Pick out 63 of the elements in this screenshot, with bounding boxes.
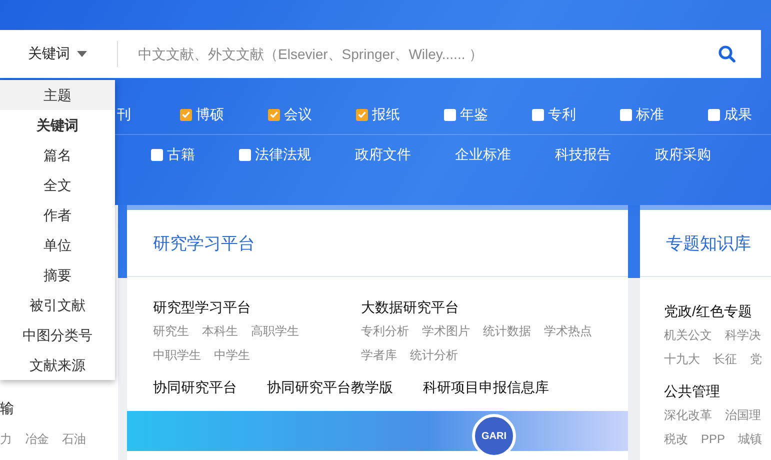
search-field[interactable]: 关键词 中文文献、外文文献（Elsevier、Springer、Wiley...... ） bbox=[0, 30, 761, 78]
source-checkbox[interactable]: 法律法规 bbox=[239, 146, 311, 164]
group-link[interactable]: 城镇 bbox=[738, 427, 762, 451]
source-checkbox[interactable]: 会议 bbox=[268, 106, 312, 124]
group-heading[interactable]: 研究型学习平台 bbox=[153, 299, 361, 317]
group-link[interactable]: 科学决 bbox=[725, 323, 761, 347]
group-link[interactable]: 学术图片 bbox=[422, 319, 470, 343]
group-link[interactable]: 本科生 bbox=[202, 319, 238, 343]
group-link[interactable]: 治国理 bbox=[725, 403, 761, 427]
caret-icon bbox=[77, 51, 87, 57]
group-link[interactable]: 深化改革 bbox=[664, 403, 712, 427]
menu-item[interactable]: 中图分类号 bbox=[0, 320, 115, 350]
group-link[interactable]: 统计数据 bbox=[483, 319, 531, 343]
menu-item[interactable]: 作者 bbox=[0, 200, 115, 230]
platform-link[interactable]: 协同研究平台 bbox=[153, 379, 237, 397]
source-link[interactable]: 政府采购 bbox=[655, 146, 711, 164]
card-title: 研究学习平台 bbox=[153, 232, 255, 254]
source-checkbox[interactable]: 年鉴 bbox=[444, 106, 488, 124]
category-link[interactable]: 力 bbox=[0, 427, 12, 451]
source-checkbox[interactable]: 古籍 bbox=[151, 146, 195, 164]
group-link[interactable]: 机关公文 bbox=[664, 323, 712, 347]
group-link[interactable]: 学术热点 bbox=[544, 319, 592, 343]
menu-item[interactable]: 单位 bbox=[0, 230, 115, 260]
platform-link[interactable]: 协同研究平台教学版 bbox=[267, 379, 393, 397]
group-link[interactable]: 十九大 bbox=[664, 347, 700, 371]
group-link[interactable]: 高职学生 bbox=[251, 319, 299, 343]
group-link[interactable]: 统计分析 bbox=[410, 343, 458, 367]
menu-item[interactable]: 篇名 bbox=[0, 140, 115, 170]
group-link[interactable]: 专利分析 bbox=[361, 319, 409, 343]
group-link[interactable]: 中职学生 bbox=[153, 343, 201, 367]
source-checkbox[interactable]: 标准 bbox=[620, 106, 664, 124]
group-link[interactable]: PPP bbox=[701, 427, 726, 451]
source-checkbox[interactable]: 成果 bbox=[708, 106, 752, 124]
group-link[interactable]: 税改 bbox=[664, 427, 688, 451]
menu-item[interactable]: 关键词 bbox=[0, 110, 115, 140]
platform-link[interactable]: 科研项目申报信息库 bbox=[423, 379, 549, 397]
menu-item[interactable]: 文献来源 bbox=[0, 350, 115, 380]
group-heading[interactable]: 党政/红色专题 bbox=[664, 303, 771, 321]
group-link[interactable]: 长征 bbox=[713, 347, 737, 371]
menu-item[interactable]: 摘要 bbox=[0, 260, 115, 290]
source-link[interactable]: 企业标准 bbox=[455, 146, 511, 164]
group-link[interactable]: 党 bbox=[750, 347, 762, 371]
menu-item[interactable]: 主题 bbox=[0, 80, 115, 110]
card-title: 专题知识库 bbox=[666, 232, 751, 254]
field-selector[interactable]: 关键词 bbox=[0, 45, 117, 63]
source-checkbox[interactable]: 专利 bbox=[532, 106, 576, 124]
source-link[interactable]: 刊 bbox=[117, 106, 131, 124]
search-icon bbox=[718, 45, 736, 63]
group-link[interactable]: 中学生 bbox=[214, 343, 250, 367]
group-link[interactable]: 研究生 bbox=[153, 319, 189, 343]
group-link[interactable]: 学者库 bbox=[361, 343, 397, 367]
category-link[interactable]: 石油 bbox=[62, 427, 86, 451]
menu-item[interactable]: 全文 bbox=[0, 170, 115, 200]
logo-badge: GARI bbox=[472, 414, 516, 458]
group-heading[interactable]: 大数据研究平台 bbox=[361, 299, 569, 317]
source-link[interactable]: 科技报告 bbox=[555, 146, 611, 164]
source-checkbox[interactable]: 博硕 bbox=[180, 106, 224, 124]
source-link[interactable]: 政府文件 bbox=[355, 146, 411, 164]
category-link[interactable]: 冶金 bbox=[25, 427, 49, 451]
group-heading[interactable]: 公共管理 bbox=[664, 383, 771, 401]
source-checkbox[interactable]: 报纸 bbox=[356, 106, 400, 124]
category-heading: 输 bbox=[0, 400, 15, 418]
menu-item[interactable]: 被引文献 bbox=[0, 290, 115, 320]
